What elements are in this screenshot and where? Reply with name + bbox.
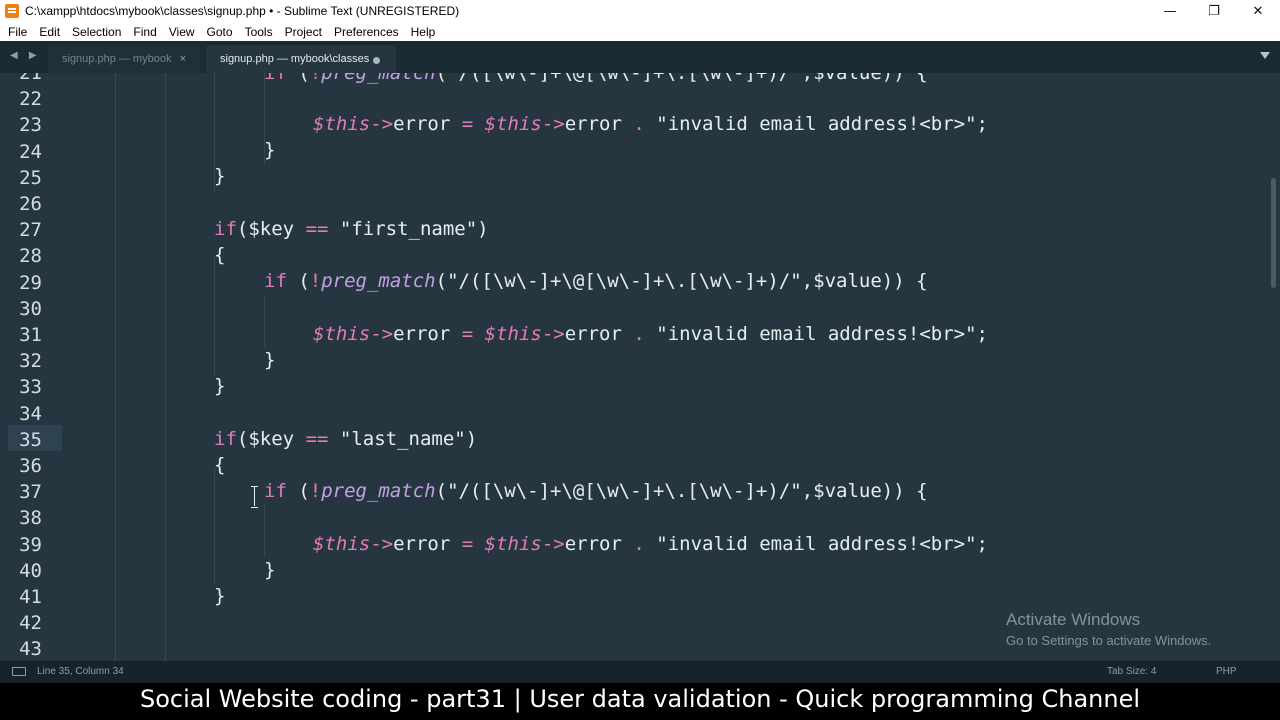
- line-number: 30: [19, 297, 42, 320]
- code-line-29: if (!preg_match("/([\w\-]+\@[\w\-]+\.[\w…: [264, 270, 928, 292]
- line-number: 29: [19, 271, 42, 294]
- restore-button[interactable]: ❐: [1192, 0, 1236, 22]
- line-number: 34: [19, 402, 42, 425]
- code-line-33: }: [214, 375, 226, 397]
- code-line-35: if($key == "last_name"): [214, 428, 478, 450]
- tab-signup-mybook[interactable]: signup.php — mybook ×: [48, 45, 200, 73]
- line-number: 41: [19, 586, 42, 608]
- code-line-21: if (!preg_match("/([\w\-]+\@[\w\-]+\.[\w…: [264, 73, 928, 84]
- menu-bar: File Edit Selection Find View Goto Tools…: [0, 22, 1280, 41]
- code-line-41: }: [214, 585, 226, 607]
- tab-close-icon[interactable]: ×: [180, 53, 186, 65]
- watermark-subtitle: Go to Settings to activate Windows.: [1006, 633, 1212, 648]
- tab-label: signup.php — mybook\classes: [220, 53, 370, 65]
- line-number: 37: [19, 481, 42, 504]
- code-line-39: $this->error = $this->error . "invalid e…: [313, 533, 988, 555]
- code-line-23: $this->error = $this->error . "invalid e…: [313, 113, 988, 135]
- line-number: 33: [19, 376, 42, 399]
- line-number: 26: [19, 193, 42, 215]
- tab-nav-arrows-icon[interactable]: ◀ ▶: [10, 50, 41, 61]
- line-number: 43: [19, 638, 42, 661]
- indent-guide: [165, 73, 166, 661]
- line-number: 32: [19, 350, 42, 373]
- close-button[interactable]: ✕: [1236, 0, 1280, 22]
- code-line-40: }: [264, 559, 276, 581]
- line-number: 42: [19, 612, 42, 635]
- menu-find[interactable]: Find: [127, 25, 162, 39]
- line-number: 23: [19, 114, 42, 137]
- menu-preferences[interactable]: Preferences: [328, 25, 405, 39]
- scrollbar-thumb[interactable]: [1271, 178, 1276, 288]
- activate-windows-watermark: Activate Windows Go to Settings to activ…: [1006, 610, 1211, 648]
- menu-edit[interactable]: Edit: [33, 25, 66, 39]
- menu-selection[interactable]: Selection: [66, 25, 127, 39]
- indent-guide: [214, 257, 215, 375]
- line-number: 22: [19, 88, 42, 111]
- code-area[interactable]: if (!preg_match("/([\w\-]+\@[\w\-]+\.[\w…: [66, 73, 1266, 661]
- menu-view[interactable]: View: [163, 25, 201, 39]
- panel-toggle-icon[interactable]: [12, 667, 26, 676]
- code-line-36: {: [214, 454, 226, 476]
- code-line-25: }: [214, 165, 226, 187]
- indent-guide: [214, 467, 215, 585]
- menu-project[interactable]: Project: [279, 25, 328, 39]
- status-bar: Line 35, Column 34 Tab Size: 4 PHP: [0, 661, 1280, 683]
- line-number: 28: [19, 245, 42, 268]
- code-line-31: $this->error = $this->error . "invalid e…: [313, 323, 988, 345]
- tab-label: signup.php — mybook: [62, 53, 172, 65]
- syntax-indicator[interactable]: PHP: [1216, 666, 1237, 677]
- window-title: C:\xampp\htdocs\mybook\classes\signup.ph…: [25, 4, 460, 18]
- menu-file[interactable]: File: [2, 25, 33, 39]
- code-line-28: {: [214, 244, 226, 266]
- tab-dropdown-icon[interactable]: [1260, 52, 1270, 59]
- line-number: 27: [19, 219, 42, 242]
- indent-guide: [264, 295, 265, 347]
- line-number: 38: [19, 507, 42, 530]
- tab-size-indicator[interactable]: Tab Size: 4: [1107, 666, 1156, 677]
- indent-guide: [264, 505, 265, 557]
- editor[interactable]: 21 22 23 24 25 26 27 28 29 30 31 32 33 34 35 36 37 38 39 40…: [0, 73, 1280, 661]
- line-number: 35: [19, 428, 42, 451]
- line-number: 40: [19, 559, 42, 582]
- menu-help[interactable]: Help: [405, 25, 442, 39]
- line-number: 39: [19, 533, 42, 556]
- line-number: 25: [19, 166, 42, 189]
- title-bar: C:\xampp\htdocs\mybook\classes\signup.ph…: [0, 0, 1280, 22]
- menu-goto[interactable]: Goto: [201, 25, 239, 39]
- line-number: 31: [19, 324, 42, 346]
- code-line-32: }: [264, 349, 276, 371]
- sublime-app-icon: [5, 4, 19, 18]
- vertical-scrollbar[interactable]: [1266, 73, 1280, 661]
- minimize-button[interactable]: —: [1148, 0, 1192, 22]
- line-gutter: 21 22 23 24 25 26 27 28 29 30 31 32 33 34 35 36 37 38 39 40…: [0, 73, 66, 661]
- menu-tools[interactable]: Tools: [239, 25, 279, 39]
- code-line-24: }: [264, 139, 276, 161]
- line-number: 36: [19, 455, 42, 477]
- tab-bar: ◀ ▶ signup.php — mybook × signup.php — m…: [0, 41, 1280, 73]
- watermark-title: Activate Windows: [1006, 610, 1141, 629]
- line-number: 21: [19, 73, 42, 84]
- window-controls: — ❐ ✕: [1148, 0, 1280, 22]
- tab-signup-classes[interactable]: signup.php — mybook\classes: [206, 45, 396, 73]
- line-number: 24: [19, 140, 42, 163]
- text-cursor-icon: [251, 486, 259, 508]
- code-line-27: if($key == "first_name"): [214, 218, 489, 240]
- indent-guide: [115, 73, 116, 661]
- video-caption: Social Website coding - part31 | User da…: [0, 683, 1280, 720]
- code-line-37: if (!preg_match("/([\w\-]+\@[\w\-]+\.[\w…: [264, 480, 928, 502]
- cursor-position: Line 35, Column 34: [37, 666, 124, 677]
- unsaved-dot-icon[interactable]: [373, 57, 380, 64]
